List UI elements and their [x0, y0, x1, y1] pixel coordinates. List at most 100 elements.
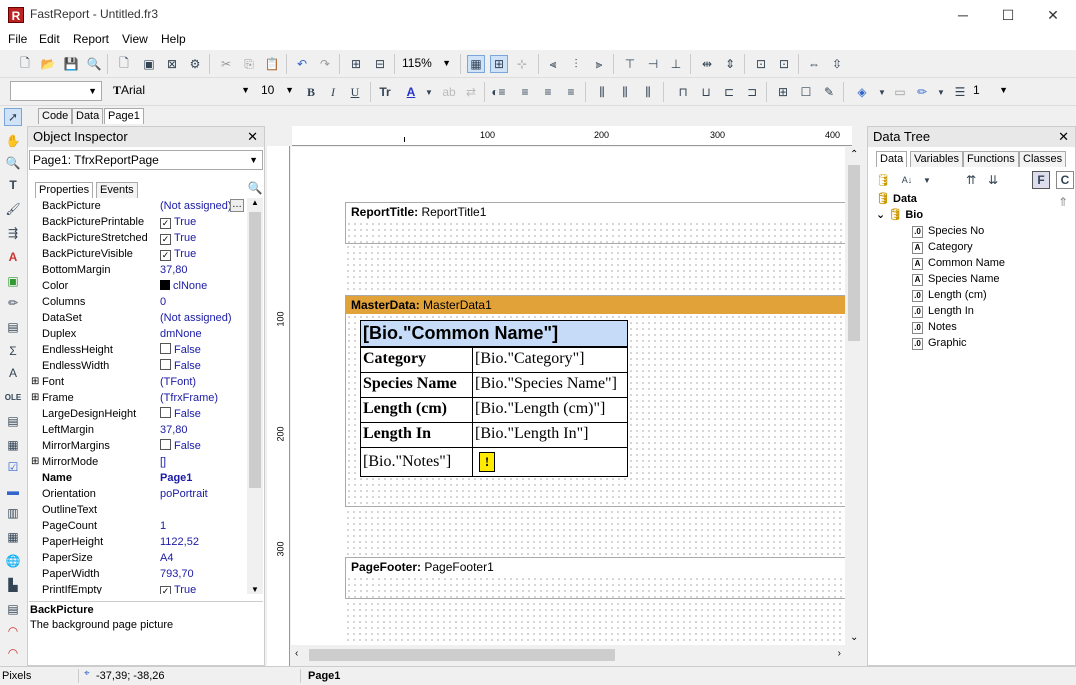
memo-value[interactable]: [Bio."Length (cm)"] — [472, 397, 628, 423]
italic-icon[interactable]: I — [324, 83, 342, 101]
frame-right-icon[interactable]: ⊐ — [743, 83, 761, 101]
format-painter-icon[interactable]: 🖌 — [4, 200, 22, 218]
checkbox-icon[interactable]: ✓ — [160, 218, 171, 229]
object-selector[interactable]: Page1: TfrxReportPage ▼ — [29, 150, 263, 170]
property-value[interactable]: Page1 — [160, 470, 192, 486]
open-icon[interactable]: 📂 — [39, 55, 57, 73]
new-report-icon[interactable]: 🗋 — [16, 55, 34, 73]
align-left-icon[interactable]: ⫷ — [544, 55, 562, 73]
property-value[interactable]: False — [160, 358, 201, 374]
frame-width-select[interactable]: 1 ▼ — [970, 81, 1012, 101]
property-value[interactable]: 0 — [160, 294, 166, 310]
property-row[interactable]: LargeDesignHeight False — [28, 406, 248, 422]
frame-bottom-icon[interactable]: ⊔ — [697, 83, 715, 101]
rich-text-icon[interactable]: ▤ — [4, 412, 22, 430]
new-dialog-icon[interactable]: ▣ — [140, 55, 158, 73]
zoom-select[interactable]: 115% ▼ — [399, 54, 455, 74]
copy-icon[interactable]: ⎘ — [240, 55, 258, 73]
frame-all-icon[interactable]: ⊞ — [774, 83, 792, 101]
property-value[interactable]: poPortrait — [160, 486, 208, 502]
property-row[interactable]: BackPictureStretched ✓ True — [28, 230, 248, 246]
subreport-icon[interactable]: ▤ — [4, 318, 22, 336]
text-justify-icon[interactable]: ≡ — [562, 83, 580, 101]
align-right-icon[interactable]: ⫸ — [590, 55, 608, 73]
table-object-icon[interactable]: ▦ — [4, 528, 22, 546]
tree-dataset-bio[interactable]: ⌄ 🛢 Bio — [876, 207, 923, 223]
text-align-right-icon[interactable]: ≡ — [539, 83, 557, 101]
property-row[interactable]: DataSet (Not assigned) — [28, 310, 248, 326]
tree-field[interactable]: .0 Notes — [912, 319, 957, 335]
scroll-up-icon[interactable]: ⌃ — [850, 149, 858, 160]
property-row[interactable]: MirrorMargins False — [28, 438, 248, 454]
collapse-panel-icon[interactable]: ⇑ — [1054, 193, 1072, 211]
property-value[interactable]: 793,70 — [160, 566, 194, 582]
property-value[interactable]: dmNone — [160, 326, 202, 342]
property-value[interactable]: [] — [160, 454, 166, 470]
page-footer-band[interactable]: PageFooter: PageFooter1 — [345, 557, 845, 599]
property-row[interactable]: ⊞ Font (TFont) — [28, 374, 248, 390]
property-value[interactable]: False — [160, 406, 201, 422]
horizontal-scroll-thumb[interactable] — [309, 649, 615, 661]
tree-field[interactable]: .0 Length (cm) — [912, 287, 987, 303]
style-select[interactable]: ▼ — [10, 81, 102, 101]
chart-object-icon[interactable]: ▙ — [4, 576, 22, 594]
barcode-icon[interactable]: ▥ — [4, 504, 22, 522]
align-to-grid-icon[interactable]: ⊞ — [490, 55, 508, 73]
vertical-scroll-thumb[interactable] — [848, 165, 860, 341]
menu-help[interactable]: Help — [161, 32, 186, 46]
property-row[interactable]: Name Page1 — [28, 470, 248, 486]
text-wrap-icon[interactable]: ⇄ — [462, 83, 480, 101]
property-row[interactable]: ⊞ MirrorMode [] — [28, 454, 248, 470]
property-row[interactable]: BackPictureVisible ✓ True — [28, 246, 248, 262]
text-object-icon[interactable]: A — [4, 248, 22, 266]
columns-toggle-icon[interactable]: C — [1056, 171, 1074, 189]
property-row[interactable]: PrintIfEmpty ✓ True — [28, 582, 248, 594]
property-row[interactable]: PaperWidth 793,70 — [28, 566, 248, 582]
ungroup-icon[interactable]: ⊟ — [371, 55, 389, 73]
memo-value[interactable]: [Bio."Length In"] — [472, 422, 628, 448]
tree-field[interactable]: A Common Name — [912, 255, 1005, 271]
close-icon[interactable]: ✕ — [247, 127, 258, 147]
tree-root-data[interactable]: 🛢 Data — [876, 191, 917, 207]
text-align-left-icon[interactable]: ≡ — [493, 83, 511, 101]
property-row[interactable]: EndlessWidth False — [28, 358, 248, 374]
property-value[interactable]: 1 — [160, 518, 166, 534]
checkbox-object-icon[interactable]: ☑ — [4, 458, 22, 476]
expand-all-icon[interactable]: ⇊ — [984, 171, 1002, 189]
tab-data-tree-data[interactable]: Data — [876, 151, 908, 167]
underline-icon[interactable]: U — [346, 83, 364, 101]
insert-band-icon[interactable]: ⇶ — [4, 224, 22, 242]
frame-color-icon[interactable]: ✏ — [913, 83, 931, 101]
map-object-icon[interactable]: 🌐 — [4, 552, 22, 570]
minimize-button[interactable]: ─ — [940, 0, 986, 30]
tree-field[interactable]: A Category — [912, 239, 973, 255]
property-row[interactable]: ⊞ Frame (TfrxFrame) — [28, 390, 248, 406]
zoom-tool-icon[interactable]: 🔍 — [4, 154, 22, 172]
fit-to-grid-icon[interactable]: ⊹ — [513, 55, 531, 73]
align-bottom-icon[interactable]: ⊥ — [667, 55, 685, 73]
text-tool-icon[interactable]: T — [4, 176, 22, 194]
menu-report[interactable]: Report — [73, 32, 109, 46]
expand-icon[interactable]: ⊞ — [31, 374, 39, 390]
tab-functions[interactable]: Functions — [963, 151, 1019, 167]
expand-icon[interactable]: ⊞ — [31, 390, 39, 406]
shadow-icon[interactable]: ✎ — [820, 83, 838, 101]
center-vertically-icon[interactable]: ⊡ — [775, 55, 793, 73]
memo-label[interactable]: Species Name — [360, 372, 473, 398]
close-button[interactable]: ✕ — [1030, 0, 1076, 30]
menu-file[interactable]: File — [8, 32, 27, 46]
property-value[interactable]: A4 — [160, 550, 173, 566]
frame-top-icon[interactable]: ⊓ — [674, 83, 692, 101]
valign-center-icon[interactable]: ⫼ — [616, 83, 634, 101]
scroll-down-icon[interactable]: ▼ — [251, 585, 259, 594]
fields-toggle-icon[interactable]: F — [1032, 171, 1050, 189]
hand-tool-icon[interactable]: ✋ — [4, 132, 22, 150]
property-row[interactable]: PaperHeight 1122,52 — [28, 534, 248, 550]
property-value[interactable]: 1122,52 — [160, 534, 199, 550]
font-name-select[interactable]: TArial ▼ — [110, 81, 254, 101]
group-icon[interactable]: ⊞ — [347, 55, 365, 73]
menu-view[interactable]: View — [122, 32, 148, 46]
property-value[interactable]: (TFont) — [160, 374, 196, 390]
font-color-dropdown-icon[interactable]: ▼ — [420, 83, 438, 101]
sum-icon[interactable]: Σ — [4, 342, 22, 360]
